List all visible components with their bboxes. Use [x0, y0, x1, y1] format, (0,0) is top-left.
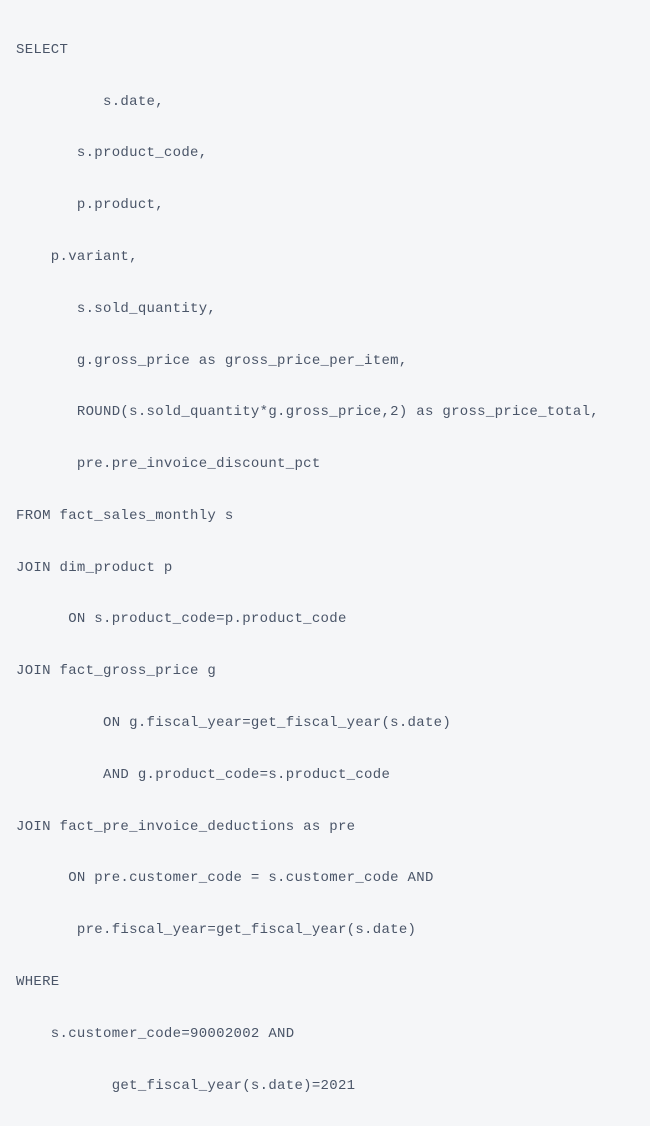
- code-line: JOIN fact_pre_invoice_deductions as pre: [16, 815, 634, 841]
- code-line: FROM fact_sales_monthly s: [16, 504, 634, 530]
- code-line: SELECT: [16, 38, 634, 64]
- code-line: s.sold_quantity,: [16, 297, 634, 323]
- code-line: p.product,: [16, 193, 634, 219]
- code-line: ON g.fiscal_year=get_fiscal_year(s.date): [16, 711, 634, 737]
- code-line: ON pre.customer_code = s.customer_code A…: [16, 866, 634, 892]
- code-line: g.gross_price as gross_price_per_item,: [16, 349, 634, 375]
- code-line: WHERE: [16, 970, 634, 996]
- code-line: s.customer_code=90002002 AND: [16, 1022, 634, 1048]
- code-line: pre.fiscal_year=get_fiscal_year(s.date): [16, 918, 634, 944]
- sql-code-block: SELECT s.date, s.product_code, p.product…: [16, 12, 634, 1126]
- code-line: ROUND(s.sold_quantity*g.gross_price,2) a…: [16, 400, 634, 426]
- code-line: AND g.product_code=s.product_code: [16, 763, 634, 789]
- code-line: p.variant,: [16, 245, 634, 271]
- code-line: pre.pre_invoice_discount_pct: [16, 452, 634, 478]
- code-line: get_fiscal_year(s.date)=2021: [16, 1074, 634, 1100]
- code-line: JOIN dim_product p: [16, 556, 634, 582]
- code-line: ON s.product_code=p.product_code: [16, 607, 634, 633]
- code-line: LIMIT 1000000;: [16, 1125, 634, 1126]
- code-line: s.date,: [16, 90, 634, 116]
- code-line: s.product_code,: [16, 141, 634, 167]
- code-line: JOIN fact_gross_price g: [16, 659, 634, 685]
